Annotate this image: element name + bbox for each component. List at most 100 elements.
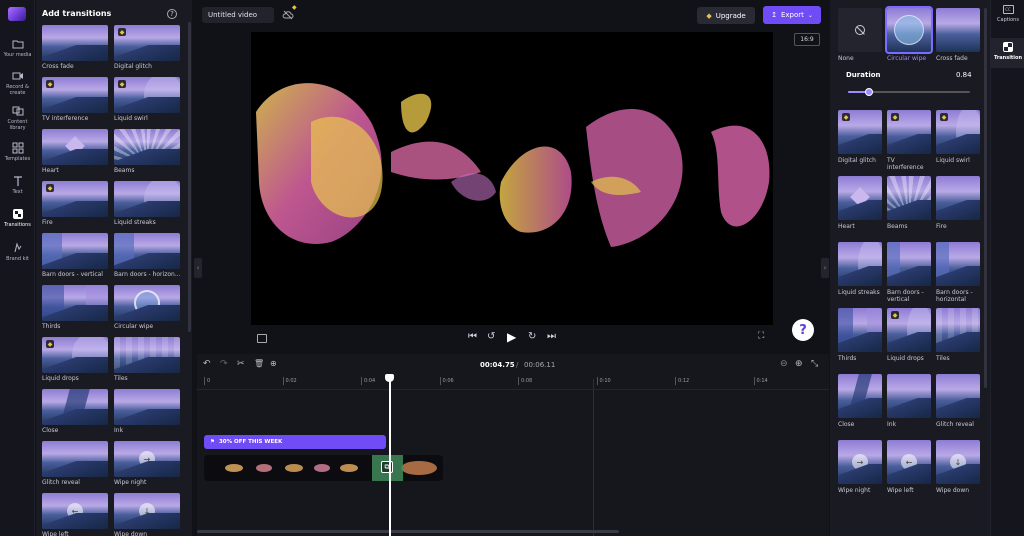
rail-your-media[interactable]: Your media	[0, 38, 35, 68]
video-title-field[interactable]: Untitled video	[202, 7, 274, 23]
right-panel-scrollbar[interactable]	[984, 8, 987, 388]
transition-thumbnail	[936, 308, 980, 352]
transition-card-heart[interactable]: Heart	[42, 129, 108, 174]
rail-transitions[interactable]: Transitions	[0, 208, 35, 238]
fullscreen-icon[interactable]: ⛶	[758, 331, 764, 341]
collapse-left-panel-button[interactable]: ‹	[194, 258, 202, 278]
export-button[interactable]: ↥ Export ⌄	[763, 6, 821, 24]
transition-card-liquid-swirl[interactable]: ◆ Liquid swirl	[114, 77, 180, 122]
transition-card-close[interactable]: Close	[42, 389, 108, 434]
panel-transition-wipe-night[interactable]: → Wipe night	[838, 440, 882, 494]
transition-card-wipe-down[interactable]: ↓ Wipe down	[114, 493, 180, 536]
premium-diamond-icon: ◆	[46, 80, 54, 88]
redo-icon[interactable]: ↷	[220, 359, 228, 369]
app-logo[interactable]	[8, 7, 26, 21]
upgrade-button[interactable]: ◆ Upgrade	[697, 7, 755, 24]
transition-label: Digital glitch	[114, 63, 152, 70]
transition-card-liquid-drops[interactable]: ◆ Liquid drops	[42, 337, 108, 382]
duration-slider-thumb[interactable]	[864, 88, 873, 96]
transition-card-cross-fade[interactable]: Cross fade	[42, 25, 108, 70]
transition-label: Circular wipe	[114, 323, 154, 330]
ruler-tick	[675, 377, 676, 385]
playhead-handle[interactable]	[385, 374, 394, 382]
premium-diamond-icon: ◆	[292, 4, 297, 11]
transition-thumbnail	[114, 181, 180, 217]
help-button[interactable]: ?	[792, 319, 814, 341]
panel-transition-barn-doors-vertical[interactable]: Barn doors - vertical	[887, 242, 931, 303]
transition-label: Barn doors - vertical	[42, 271, 103, 278]
transition-card-thirds[interactable]: Thirds	[42, 285, 108, 330]
panel-transition-thirds[interactable]: Thirds	[838, 308, 882, 362]
rewind-5s-icon[interactable]: ↺	[487, 331, 495, 342]
transition-card-tiles[interactable]: Tiles	[114, 337, 180, 382]
fit-timeline-icon[interactable]: ⤡	[811, 359, 818, 369]
panel-transition-fire[interactable]: Fire	[936, 176, 980, 230]
transition-card-barn-doors-horizon[interactable]: Barn doors - horizon...	[114, 233, 180, 278]
rail-label: Text	[12, 189, 23, 195]
timeline-scrollbar[interactable]	[197, 530, 619, 533]
skip-forward-icon[interactable]: ⏭	[547, 331, 556, 342]
panel-transition-wipe-left[interactable]: ← Wipe left	[887, 440, 931, 494]
rail-record-create[interactable]: Record & create	[0, 70, 35, 100]
rail-brand-kit[interactable]: Brand kit	[0, 242, 35, 272]
rail-content-library[interactable]: Content library	[0, 105, 35, 135]
captions-toggle-icon[interactable]	[257, 334, 267, 343]
transition-marker-icon[interactable]: ⧉	[381, 461, 393, 473]
play-icon[interactable]: ▶	[507, 330, 516, 344]
playhead-line[interactable]	[389, 378, 391, 536]
panel-transition-beams[interactable]: Beams	[887, 176, 931, 230]
transition-thumbnail	[114, 233, 180, 269]
transition-tab[interactable]: Transition	[991, 38, 1024, 68]
panel-transition-tiles[interactable]: Tiles	[936, 308, 980, 362]
panel-transition-liquid-streaks[interactable]: Liquid streaks	[838, 242, 882, 296]
panel-transition-glitch-reveal[interactable]: Glitch reveal	[936, 374, 980, 428]
panel-transition-liquid-drops[interactable]: ◆ Liquid drops	[887, 308, 931, 362]
transition-card-beams[interactable]: Beams	[114, 129, 180, 174]
premium-diamond-icon: ◆	[940, 113, 948, 121]
transition-card-circular-wipe[interactable]: Circular wipe	[114, 285, 180, 330]
transition-card-ink[interactable]: Ink	[114, 389, 180, 434]
top-transition-circular-wipe[interactable]: Circular wipe	[885, 6, 933, 62]
transition-card-fire[interactable]: ◆ Fire	[42, 181, 108, 226]
panel-transition-heart[interactable]: Heart	[838, 176, 882, 230]
skip-back-icon[interactable]: ⏮	[468, 331, 477, 342]
panel-transition-ink[interactable]: Ink	[887, 374, 931, 428]
zoom-out-icon[interactable]: ⊖	[780, 359, 788, 369]
promo-banner[interactable]: ⚑ 30% OFF THIS WEEK	[204, 435, 386, 449]
transition-card-wipe-left[interactable]: ← Wipe left	[42, 493, 108, 536]
premium-diamond-icon: ◆	[891, 311, 899, 319]
transition-card-liquid-streaks[interactable]: Liquid streaks	[114, 181, 180, 226]
panel-transition-barn-doors-horizontal[interactable]: Barn doors - horizontal	[936, 242, 980, 303]
rail-templates[interactable]: Templates	[0, 142, 35, 172]
video-clip-track[interactable]	[204, 455, 443, 481]
add-media-icon[interactable]: ⊕	[270, 359, 277, 368]
transition-label: Liquid swirl	[114, 115, 148, 122]
ruler-tick-label: 0:08	[521, 378, 533, 384]
panel-transition-digital-glitch[interactable]: ◆ Digital glitch	[838, 110, 882, 164]
captions-tab[interactable]: CC Captions	[991, 5, 1024, 33]
transition-card-glitch-reveal[interactable]: Glitch reveal	[42, 441, 108, 486]
split-scissors-icon[interactable]: ✂	[237, 359, 245, 369]
transition-card-digital-glitch[interactable]: ◆ Digital glitch	[114, 25, 180, 70]
panel-transition-liquid-swirl[interactable]: ◆ Liquid swirl	[936, 110, 980, 164]
rail-text[interactable]: Text	[0, 175, 35, 205]
panel-transition-tv-interference[interactable]: ◆ TV interference	[887, 110, 931, 171]
panel-transition-wipe-down[interactable]: ↓ Wipe down	[936, 440, 980, 494]
top-transition-none[interactable]: None	[838, 8, 882, 62]
delete-icon[interactable]: 🗑	[254, 359, 264, 368]
forward-5s-icon[interactable]: ↻	[528, 331, 536, 342]
panel-scrollbar[interactable]	[188, 22, 191, 332]
undo-icon[interactable]: ↶	[203, 359, 211, 369]
transition-card-wipe-night[interactable]: → Wipe night	[114, 441, 180, 486]
transitions-icon	[12, 209, 23, 219]
premium-diamond-icon: ◆	[46, 340, 54, 348]
video-preview[interactable]	[251, 32, 773, 325]
zoom-in-icon[interactable]: ⊕	[795, 359, 803, 369]
transition-card-barn-doors-vertical[interactable]: Barn doors - vertical	[42, 233, 108, 278]
top-transition-cross-fade[interactable]: Cross fade	[936, 8, 980, 62]
transition-card-tv-interference[interactable]: ◆ TV interference	[42, 77, 108, 122]
aspect-ratio-button[interactable]: 16:9	[794, 33, 820, 46]
help-icon[interactable]: ?	[167, 9, 177, 19]
panel-transition-close[interactable]: Close	[838, 374, 882, 428]
collapse-right-panel-button[interactable]: ›	[821, 258, 829, 278]
